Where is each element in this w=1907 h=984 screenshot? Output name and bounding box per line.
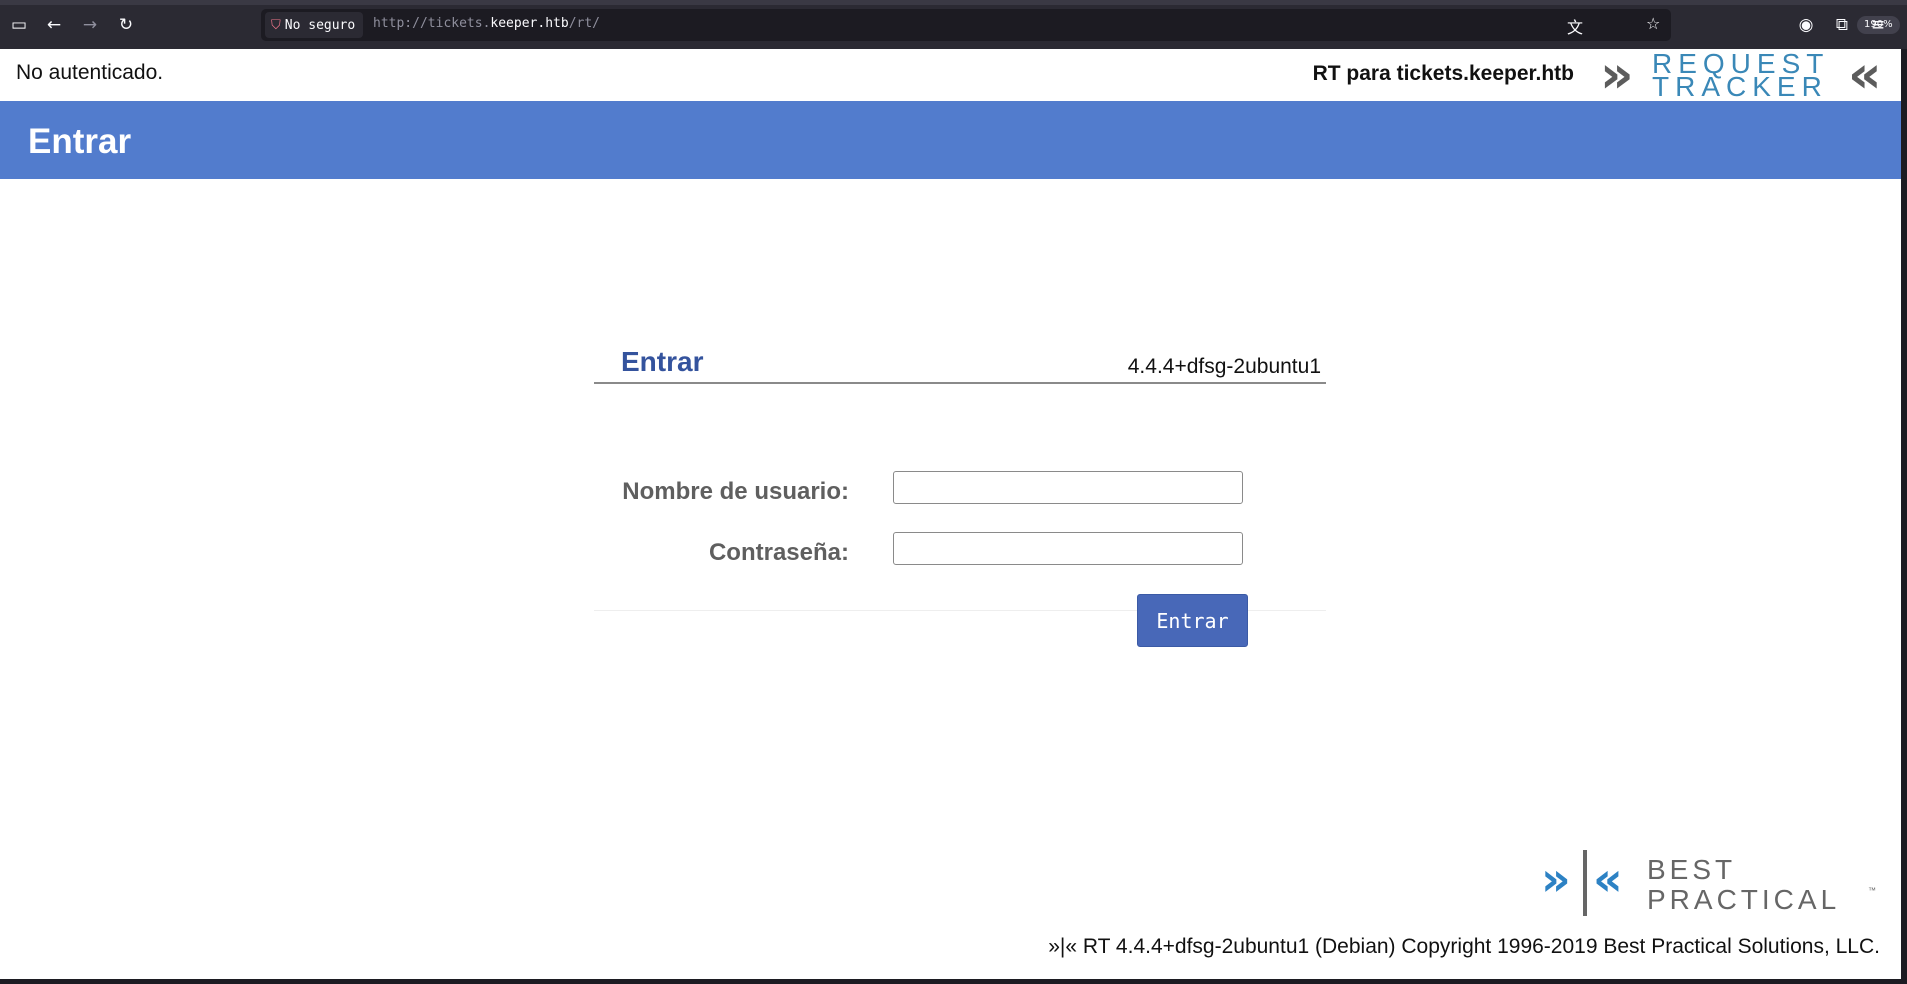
rt-version: 4.4.4+dfsg-2ubuntu1 xyxy=(1127,355,1321,378)
url-prefix: http://tickets. xyxy=(373,16,491,31)
browser-toolbar: ▭ ← → ↻ ⛉ No seguro http://tickets.keepe… xyxy=(0,0,1907,49)
best-practical-logo[interactable]: » « BEST PRACTICAL ™ xyxy=(1541,848,1881,918)
url-path: /rt/ xyxy=(568,16,600,31)
login-button[interactable]: Entrar xyxy=(1137,594,1248,647)
password-label: Contraseña: xyxy=(708,539,849,566)
bp-line-1: BEST xyxy=(1647,854,1737,885)
login-form: Entrar 4.4.4+dfsg-2ubuntu1 Nombre de usu… xyxy=(594,346,1326,647)
page-title: Entrar xyxy=(28,122,132,161)
username-label: Nombre de usuario: xyxy=(622,478,849,505)
url-text[interactable]: http://tickets.keeper.htb/rt/ xyxy=(373,16,600,31)
bp-chevron-right-icon: » xyxy=(1541,852,1571,906)
bp-chevron-left-icon: « xyxy=(1593,852,1623,906)
window-edge xyxy=(1901,49,1907,984)
bp-line-2: PRACTICAL xyxy=(1647,884,1841,915)
tab-strip xyxy=(0,0,1907,5)
bp-divider xyxy=(1583,850,1587,916)
reload-icon[interactable]: ↻ xyxy=(113,12,139,38)
forward-icon[interactable]: → xyxy=(77,12,103,38)
page-title-bar: Entrar xyxy=(0,101,1901,179)
auth-status: No autenticado. xyxy=(16,61,164,84)
bookmark-star-icon[interactable]: ☆ xyxy=(1646,14,1660,33)
bp-trademark: ™ xyxy=(1868,886,1876,895)
security-label: No seguro xyxy=(284,17,356,33)
legend-divider xyxy=(594,382,1326,384)
window-edge-bottom xyxy=(0,979,1907,984)
extensions-icon[interactable]: ⧉ xyxy=(1829,12,1855,38)
copyright-footer: »|« RT 4.4.4+dfsg-2ubuntu1 (Debian) Copy… xyxy=(1048,935,1880,958)
login-legend: Entrar xyxy=(621,346,704,377)
web-page: No autenticado. RT para tickets.keeper.h… xyxy=(0,49,1901,979)
translate-icon[interactable]: 文 xyxy=(1567,14,1583,38)
url-host: keeper.htb xyxy=(490,16,569,31)
request-tracker-logo[interactable]: » REQUEST TRACKER « xyxy=(1596,45,1896,105)
shield-warning-icon: ⛉ xyxy=(271,17,281,33)
sidebar-toggle-icon[interactable]: ▭ xyxy=(6,12,32,38)
logo-line-2: TRACKER xyxy=(1652,71,1828,102)
password-input[interactable] xyxy=(893,532,1243,565)
logo-chevron-right-icon: » xyxy=(1600,45,1633,105)
username-input[interactable] xyxy=(893,471,1243,504)
back-icon[interactable]: ← xyxy=(41,12,67,38)
site-security-button[interactable]: ⛉ No seguro xyxy=(265,12,364,38)
address-bar[interactable]: ⛉ No seguro http://tickets.keeper.htb/rt… xyxy=(261,9,1900,41)
rt-site-name: RT para tickets.keeper.htb xyxy=(1312,62,1574,85)
account-icon[interactable]: ◉ xyxy=(1793,12,1819,38)
menu-icon[interactable]: ≡ xyxy=(1865,12,1891,38)
logo-chevron-left-icon: « xyxy=(1848,45,1881,105)
